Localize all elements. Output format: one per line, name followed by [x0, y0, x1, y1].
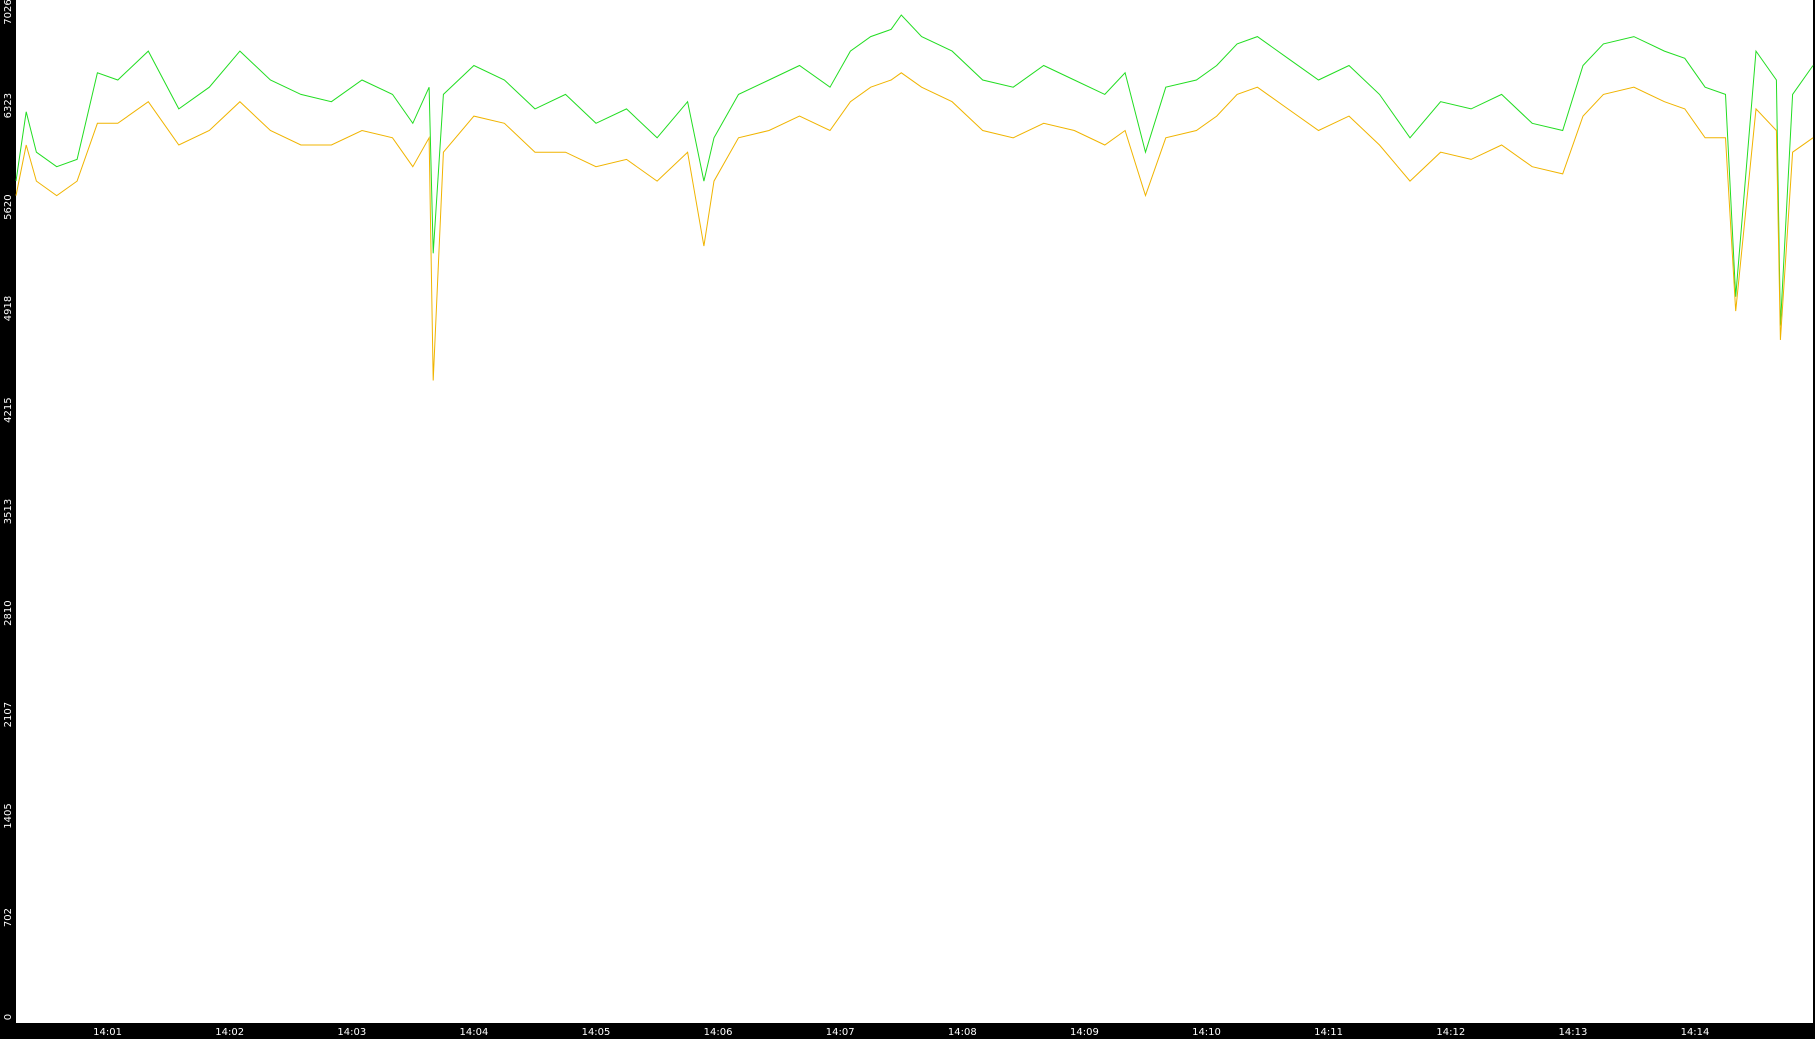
- y-tick-label: 4215: [3, 397, 14, 422]
- y-tick-label: 4918: [3, 296, 14, 321]
- y-tick-label: 6323: [3, 93, 14, 118]
- y-tick-label: 702: [3, 908, 14, 927]
- y-tick-label: 2107: [3, 702, 14, 727]
- x-tick-label: 14:05: [582, 1027, 611, 1038]
- x-axis-band: [0, 1023, 1815, 1039]
- x-tick-label: 14:02: [215, 1027, 244, 1038]
- x-tick-label: 14:03: [337, 1027, 366, 1038]
- plot-area: [16, 0, 1813, 1023]
- x-tick-label: 14:08: [948, 1027, 977, 1038]
- x-tick-label: 14:13: [1558, 1027, 1587, 1038]
- x-tick-label: 14:11: [1314, 1027, 1343, 1038]
- x-tick-label: 14:14: [1681, 1027, 1710, 1038]
- x-tick-label: 14:12: [1436, 1027, 1465, 1038]
- y-tick-label: 2810: [3, 600, 14, 625]
- x-tick-label: 14:10: [1192, 1027, 1221, 1038]
- line-chart: 0 702 1405 2107 2810 3513 4215 4918 5620 6323 7026…: [0, 0, 1815, 1039]
- y-tick-label: 3513: [3, 499, 14, 524]
- x-tick-label: 14:06: [704, 1027, 733, 1038]
- x-tick-label: 14:07: [826, 1027, 855, 1038]
- y-tick-label: 0: [3, 1014, 14, 1020]
- x-tick-label: 14:01: [93, 1027, 122, 1038]
- y-tick-label: 7026: [3, 0, 14, 25]
- y-tick-label: 5620: [3, 194, 14, 219]
- x-tick-label: 14:04: [459, 1027, 488, 1038]
- x-tick-label: 14:09: [1070, 1027, 1099, 1038]
- chart-root: 0 702 1405 2107 2810 3513 4215 4918 5620 6323 7026…: [0, 0, 1815, 1039]
- y-tick-label: 1405: [3, 803, 14, 828]
